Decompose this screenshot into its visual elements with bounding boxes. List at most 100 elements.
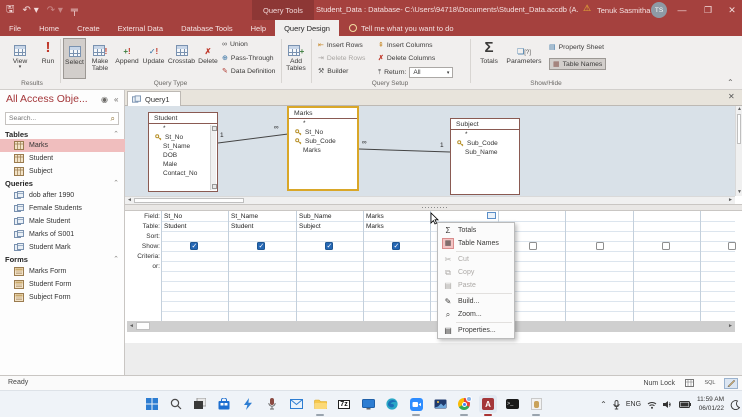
sql-view-button[interactable]: SQL	[703, 378, 717, 389]
seven-zip-button[interactable]: 7z	[335, 395, 353, 413]
nav-item-form[interactable]: Student Form	[0, 278, 125, 291]
scroll-down-icon[interactable]: ▼	[737, 190, 742, 195]
nav-section-queries[interactable]: Queries⌃	[5, 179, 119, 188]
close-document-icon[interactable]: ✕	[728, 92, 735, 101]
return-dropdown[interactable]: All▾	[409, 67, 453, 78]
design-view-button[interactable]	[724, 378, 738, 389]
nav-search[interactable]: ⌕	[5, 112, 119, 125]
tab-external-data[interactable]: External Data	[109, 20, 172, 36]
wifi-icon[interactable]	[647, 401, 657, 409]
show-checkbox[interactable]	[325, 242, 333, 250]
parameters-button[interactable]: ❏[?] Parameters	[504, 38, 544, 65]
run-button[interactable]: ! Run	[38, 38, 58, 65]
customize-qat-icon[interactable]: ╤	[71, 5, 78, 16]
field-list-title[interactable]: Subject	[451, 119, 519, 130]
battery-icon[interactable]	[679, 401, 691, 408]
language-indicator[interactable]: ENG	[626, 401, 641, 408]
grid-field-cell[interactable]: Sub_Name	[299, 213, 332, 220]
field-list-scrollbar[interactable]	[210, 125, 216, 190]
access-button[interactable]: A	[479, 395, 497, 413]
field-contact-no[interactable]: Contact_No	[149, 169, 217, 178]
tell-me-box[interactable]: Tell me what you want to do	[339, 24, 454, 33]
moon-icon[interactable]	[730, 400, 740, 410]
field-st-no[interactable]: St_No	[149, 133, 217, 142]
scrollbar-thumb[interactable]	[134, 198, 244, 203]
scrollbar-thumb[interactable]	[136, 322, 150, 330]
tab-file[interactable]: File	[0, 20, 30, 36]
mail-button[interactable]	[287, 395, 305, 413]
insert-columns-button[interactable]: ⇞ Insert Columns	[378, 41, 433, 49]
scrollbar-thumb[interactable]	[737, 114, 741, 144]
tab-query-design[interactable]: Query Design	[275, 20, 339, 36]
scroll-left-icon[interactable]: ◄	[127, 198, 132, 203]
field-st-name[interactable]: St_Name	[149, 142, 217, 151]
menu-item-totals[interactable]: Σ Totals	[438, 224, 514, 237]
crosstab-button[interactable]: Crosstab	[167, 38, 196, 65]
media-app-button[interactable]	[527, 395, 545, 413]
splitter-grip[interactable]	[421, 206, 449, 210]
grid-field-cell[interactable]: Marks	[366, 213, 384, 220]
field-sub-code[interactable]: Sub_Code	[451, 139, 519, 148]
table-names-button[interactable]: ▦ Table Names	[549, 58, 606, 70]
grid-field-cell[interactable]: St_No	[164, 213, 182, 220]
field-st-no[interactable]: St_No	[289, 128, 357, 137]
update-button[interactable]: ✓! Update	[141, 38, 166, 65]
field-list-student[interactable]: Student * St_No St_Name DOB Male Contact…	[148, 112, 218, 192]
voice-recorder-button[interactable]	[263, 395, 281, 413]
field-asterisk[interactable]: *	[149, 124, 217, 133]
tab-home[interactable]: Home	[30, 20, 68, 36]
close-button[interactable]: ✕	[720, 0, 742, 20]
grid-table-cell[interactable]: Subject	[299, 223, 321, 230]
datasheet-view-button[interactable]	[682, 378, 696, 389]
account-name[interactable]: Tenuk Sasmitha	[597, 6, 650, 15]
menu-item-zoom[interactable]: ⌕ Zoom...	[438, 308, 514, 321]
field-list-title[interactable]: Student	[149, 113, 217, 124]
field-list-subject[interactable]: Subject * Sub_Code Sub_Name	[450, 118, 520, 195]
undo-icon[interactable]: ↶ ▾	[23, 5, 39, 16]
save-icon[interactable]: 🖫	[6, 2, 15, 19]
taskbar-clock[interactable]: 11:59 AM 06/01/22	[697, 396, 724, 412]
avatar[interactable]: TS	[651, 2, 667, 18]
show-checkbox[interactable]	[529, 242, 537, 250]
show-checkbox[interactable]	[257, 242, 265, 250]
show-checkbox[interactable]	[728, 242, 736, 250]
focused-cell-indicator[interactable]	[487, 212, 496, 219]
grid-table-cell[interactable]: Student	[164, 223, 186, 230]
pass-through-button[interactable]: ⊕ Pass-Through	[222, 54, 274, 62]
nav-item-query[interactable]: Female Students	[0, 202, 125, 215]
field-asterisk[interactable]: *	[289, 119, 357, 128]
nav-item-query[interactable]: dob after 1990	[0, 189, 125, 202]
tab-create[interactable]: Create	[68, 20, 109, 36]
menu-item-table-names[interactable]: ▦ Table Names	[438, 237, 514, 250]
maximize-button[interactable]: ❐	[696, 0, 720, 20]
movies-tv-button[interactable]	[431, 395, 449, 413]
menu-item-properties[interactable]: ▤ Properties...	[438, 324, 514, 337]
display-settings-button[interactable]	[359, 395, 377, 413]
nav-section-forms[interactable]: Forms⌃	[5, 255, 119, 264]
nav-item-form[interactable]: Marks Form	[0, 265, 125, 278]
builder-button[interactable]: ⚒ Builder	[318, 67, 348, 75]
nav-menu-icon[interactable]: ◉	[101, 95, 108, 104]
lightning-app-button[interactable]	[239, 395, 257, 413]
chrome-button[interactable]	[455, 395, 473, 413]
terminal-button[interactable]: >_	[503, 395, 521, 413]
field-list-marks[interactable]: Marks * St_No Sub_Code Marks	[287, 106, 359, 191]
collapse-ribbon-icon[interactable]: ⌃	[727, 78, 734, 87]
add-tables-button[interactable]: + Add Tables	[284, 38, 308, 72]
field-marks[interactable]: Marks	[289, 146, 357, 155]
show-checkbox[interactable]	[596, 242, 604, 250]
grid-horizontal-scrollbar[interactable]: ◄ ►	[127, 321, 735, 332]
property-sheet-button[interactable]: ▤ Property Sheet	[549, 43, 604, 51]
data-definition-button[interactable]: ✎ Data Definition	[222, 67, 275, 75]
nav-item-query[interactable]: Student Mark	[0, 241, 125, 254]
nav-item-query[interactable]: Marks of S001	[0, 228, 125, 241]
show-checkbox[interactable]	[662, 242, 670, 250]
nav-item-marks-table[interactable]: Marks	[0, 139, 125, 152]
append-button[interactable]: +! Append	[114, 38, 140, 65]
nav-item-query[interactable]: Male Student	[0, 215, 125, 228]
collapse-section-icon[interactable]: ⌃	[113, 130, 119, 139]
microsoft-store-button[interactable]	[215, 395, 233, 413]
search-icon[interactable]: ⌕	[111, 114, 115, 124]
nav-item-form[interactable]: Subject Form	[0, 291, 125, 304]
scroll-up-icon[interactable]: ▲	[737, 107, 742, 112]
